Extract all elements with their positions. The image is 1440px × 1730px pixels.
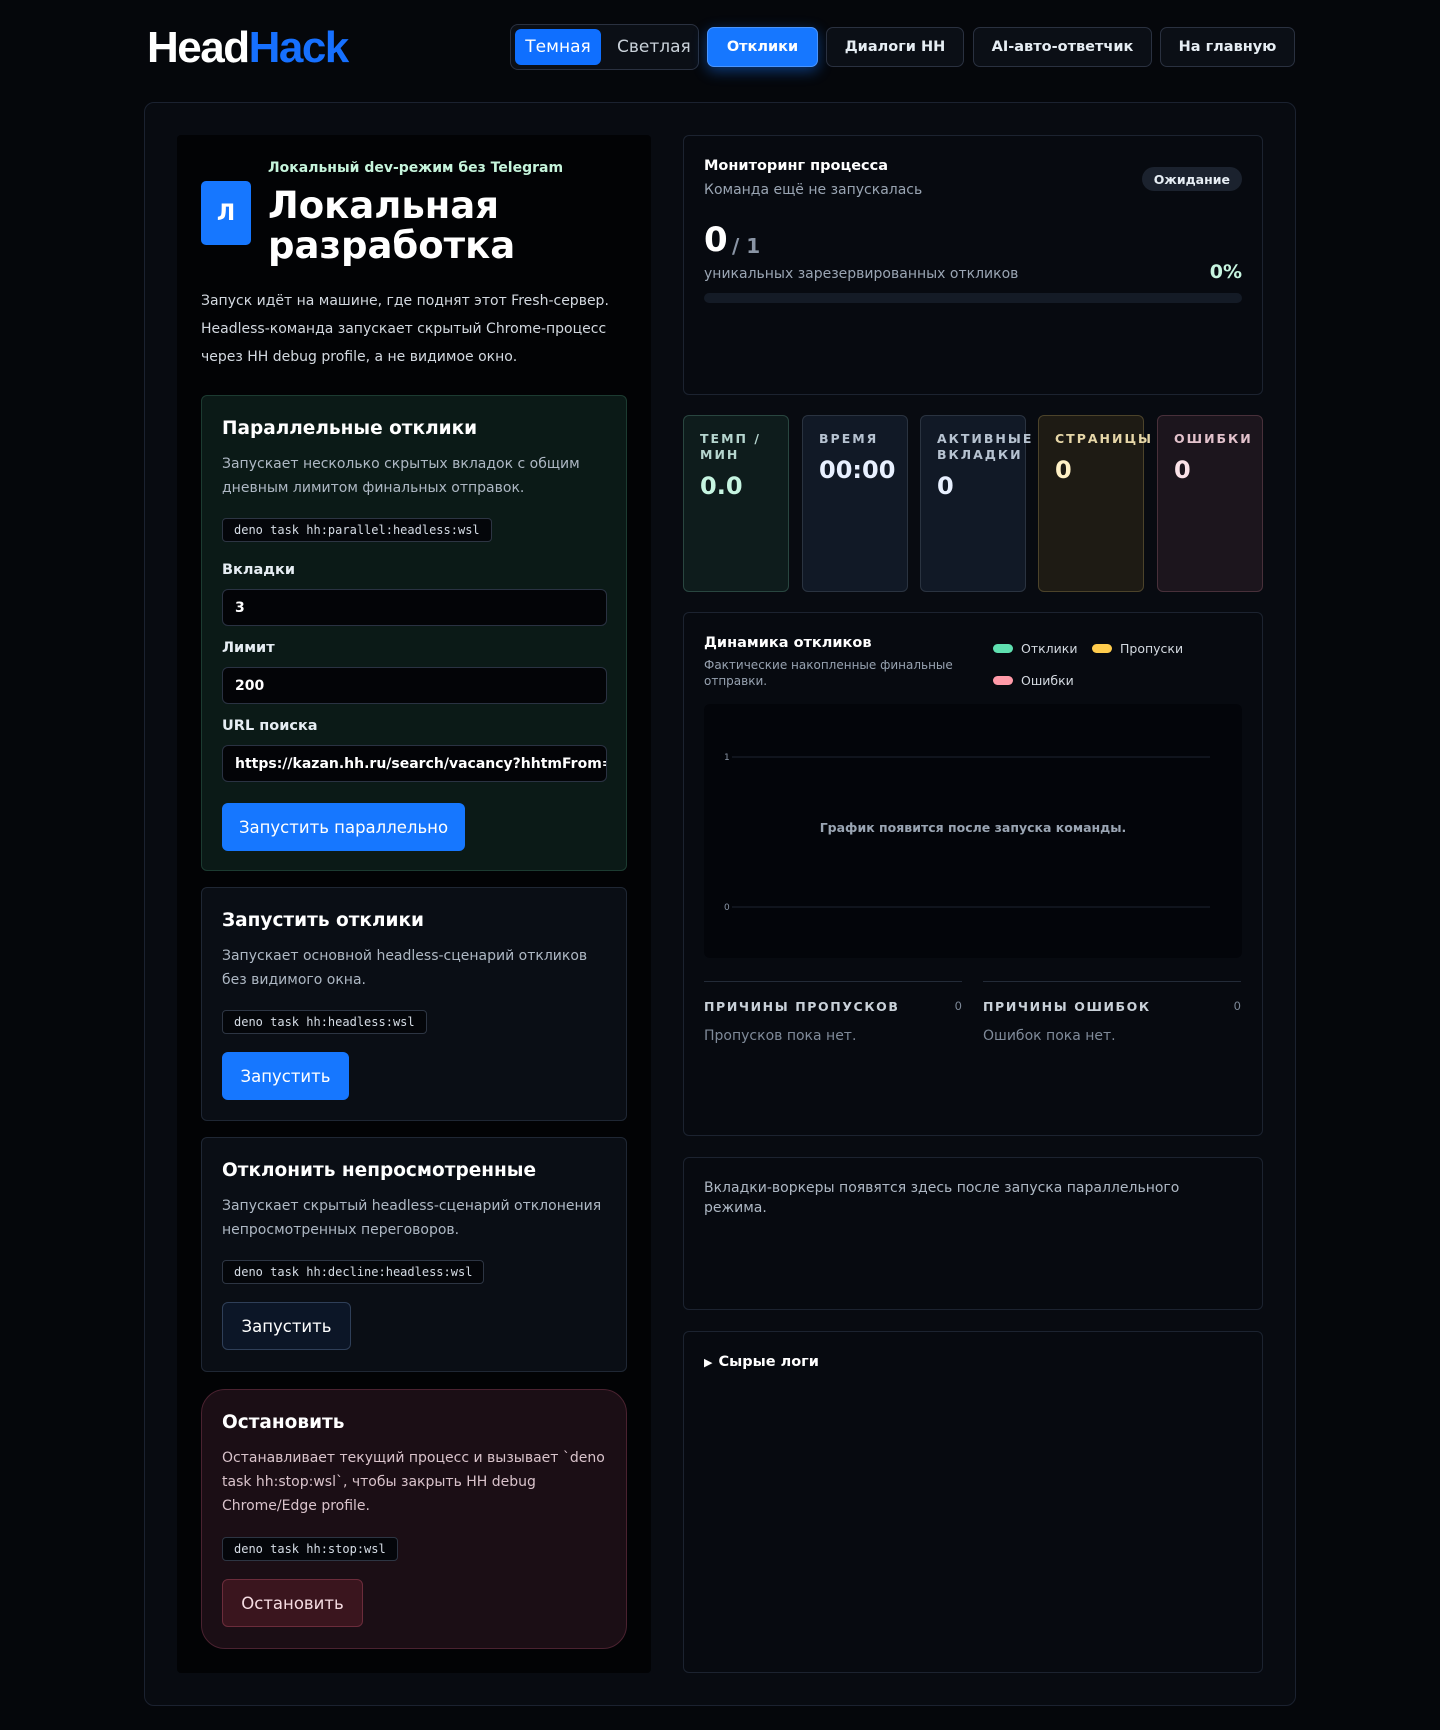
legend-skips-label: Пропуски xyxy=(1120,641,1184,656)
stop-card: Остановить Останавливает текущий процесс… xyxy=(201,1389,627,1649)
responses-count: 0 xyxy=(704,220,728,260)
decline-button[interactable]: Запустить xyxy=(222,1302,351,1350)
search-url-label: URL поиска xyxy=(222,718,318,734)
page-subtitle: Локальный dev-режим без Telegram xyxy=(268,160,564,176)
legend-errors-label: Ошибки xyxy=(1021,673,1074,688)
parallel-title: Параллельные отклики xyxy=(222,418,478,439)
run-button[interactable]: Запустить xyxy=(222,1052,349,1100)
nav-responses[interactable]: Отклики xyxy=(707,27,818,67)
chart-subtitle: Фактические накопленные финальные отправ… xyxy=(704,658,953,688)
legend-errors: Ошибки xyxy=(993,673,1074,688)
progress-percent: 0% xyxy=(1209,261,1242,283)
search-url-input[interactable]: https://kazan.hh.ru/search/vacancy?hhtmF… xyxy=(222,745,607,782)
legend-skips: Пропуски xyxy=(1092,641,1183,656)
stop-button[interactable]: Остановить xyxy=(222,1579,363,1627)
stat-time: ВРЕМЯ 00:00 xyxy=(802,415,908,592)
legend-responses: Отклики xyxy=(993,641,1077,656)
limit-label: Лимит xyxy=(222,640,275,656)
stat-rate-value: 0.0 xyxy=(700,472,743,500)
theme-dark-option[interactable]: Темная xyxy=(515,29,601,65)
nav-home[interactable]: На главную xyxy=(1160,27,1295,67)
monitor-subtitle: Команда ещё не запускалась xyxy=(704,182,923,198)
legend-skips-swatch xyxy=(1092,644,1112,653)
run-title: Запустить отклики xyxy=(222,910,425,931)
raw-logs-toggle[interactable]: ▶ Сырые логи xyxy=(704,1354,819,1370)
nav-ai-autoresponder[interactable]: AI-авто-ответчик xyxy=(973,27,1152,67)
skip-reasons-title: ПРИЧИНЫ ПРОПУСКОВ xyxy=(704,999,900,1014)
stop-title: Остановить xyxy=(222,1412,345,1433)
parallel-card: Параллельные отклики Запускает несколько… xyxy=(201,395,627,871)
error-reasons: ПРИЧИНЫ ОШИБОК 0 Ошибок пока нет. xyxy=(983,981,1241,1044)
parallel-desc: Запускает несколько скрытых вкладок с об… xyxy=(222,456,580,496)
stat-time-label: ВРЕМЯ xyxy=(819,431,879,446)
run-card: Запустить отклики Запускает основной hea… xyxy=(201,887,627,1121)
theme-toggle: Темная Светлая xyxy=(510,24,699,70)
decline-title: Отклонить непросмотренные xyxy=(222,1160,537,1181)
stop-command: deno task hh:stop:wsl xyxy=(222,1537,398,1561)
responses-total: / 1 xyxy=(732,234,761,258)
skip-reasons: ПРИЧИНЫ ПРОПУСКОВ 0 Пропусков пока нет. xyxy=(704,981,962,1044)
parallel-command: deno task hh:parallel:headless:wsl xyxy=(222,518,492,542)
tabs-input[interactable]: 3 xyxy=(222,589,607,626)
decline-desc: Запускает скрытый headless-сценарий откл… xyxy=(222,1198,602,1238)
monitor-panel: Мониторинг процесса Команда ещё не запус… xyxy=(683,135,1263,395)
avatar: Л xyxy=(201,181,251,245)
chart-panel: Динамика откликов Фактические накопленны… xyxy=(683,612,1263,1136)
legend-responses-label: Отклики xyxy=(1021,641,1078,656)
chart-area: 1 0 График появится после запуска команд… xyxy=(704,704,1242,958)
stat-pages: СТРАНИЦЫ 0 xyxy=(1038,415,1151,592)
raw-logs-label: Сырые логи xyxy=(718,1354,819,1370)
run-desc: Запускает основной headless-сценарий отк… xyxy=(222,948,588,988)
limit-input[interactable]: 200 xyxy=(222,667,607,704)
legend-responses-swatch xyxy=(993,644,1013,653)
workers-panel: Вкладки-воркеры появятся здесь после зап… xyxy=(683,1157,1263,1310)
error-reasons-title: ПРИЧИНЫ ОШИБОК xyxy=(983,999,1151,1014)
stat-active-tabs: АКТИВНЫЕ ВКЛАДКИ 0 xyxy=(920,415,1031,592)
stat-errors-label: ОШИБКИ xyxy=(1174,431,1253,446)
run-command: deno task hh:headless:wsl xyxy=(222,1010,427,1034)
responses-caption: уникальных зарезервированных откликов xyxy=(704,266,1019,282)
chart-title: Динамика откликов xyxy=(704,635,872,651)
logo-part-hack: Hack xyxy=(248,23,350,72)
status-badge: Ожидание xyxy=(1141,167,1242,191)
theme-light-option[interactable]: Светлая xyxy=(605,29,703,65)
tabs-label: Вкладки xyxy=(222,562,296,578)
error-reasons-empty: Ошибок пока нет. xyxy=(983,1028,1116,1044)
stat-active-tabs-label: АКТИВНЫЕ ВКЛАДКИ xyxy=(937,431,1034,462)
stat-pages-value: 0 xyxy=(1055,456,1072,484)
logo[interactable]: HeadHack xyxy=(147,23,350,72)
skip-reasons-count: 0 xyxy=(954,999,962,1013)
run-parallel-button[interactable]: Запустить параллельно xyxy=(222,803,465,851)
stat-time-value: 00:00 xyxy=(819,456,896,484)
stat-pages-label: СТРАНИЦЫ xyxy=(1055,431,1154,446)
triangle-right-icon: ▶ xyxy=(704,1355,713,1369)
skip-reasons-empty: Пропусков пока нет. xyxy=(704,1028,857,1044)
stop-desc: Останавливает текущий процесс и вызывает… xyxy=(222,1450,605,1514)
stat-errors-value: 0 xyxy=(1174,456,1191,484)
error-reasons-count: 0 xyxy=(1233,999,1241,1013)
logo-part-head: Head xyxy=(147,23,250,72)
legend-errors-swatch xyxy=(993,676,1013,685)
chart-empty-message: График появится после запуска команды. xyxy=(819,819,1127,835)
monitor-title: Мониторинг процесса xyxy=(704,158,889,174)
decline-command: deno task hh:decline:headless:wsl xyxy=(222,1260,485,1284)
decline-card: Отклонить непросмотренные Запускает скры… xyxy=(201,1137,627,1372)
stat-active-tabs-value: 0 xyxy=(937,472,954,500)
stat-rate-label: ТЕМП / МИН xyxy=(700,431,761,462)
workers-empty-text: Вкладки-воркеры появятся здесь после зап… xyxy=(704,1180,1180,1216)
nav-dialogs[interactable]: Диалоги HH xyxy=(826,27,964,67)
progress-bar xyxy=(704,293,1242,303)
stat-rate: ТЕМП / МИН 0.0 xyxy=(683,415,789,592)
logs-panel: ▶ Сырые логи xyxy=(683,1331,1263,1673)
top-bar: HeadHack Темная Светлая Отклики Диалоги … xyxy=(0,0,1440,96)
intro-text: Запуск идёт на машине, где поднят этот F… xyxy=(201,293,609,365)
page-title: Локальная разработка xyxy=(268,184,516,267)
stat-errors: ОШИБКИ 0 xyxy=(1157,415,1263,592)
